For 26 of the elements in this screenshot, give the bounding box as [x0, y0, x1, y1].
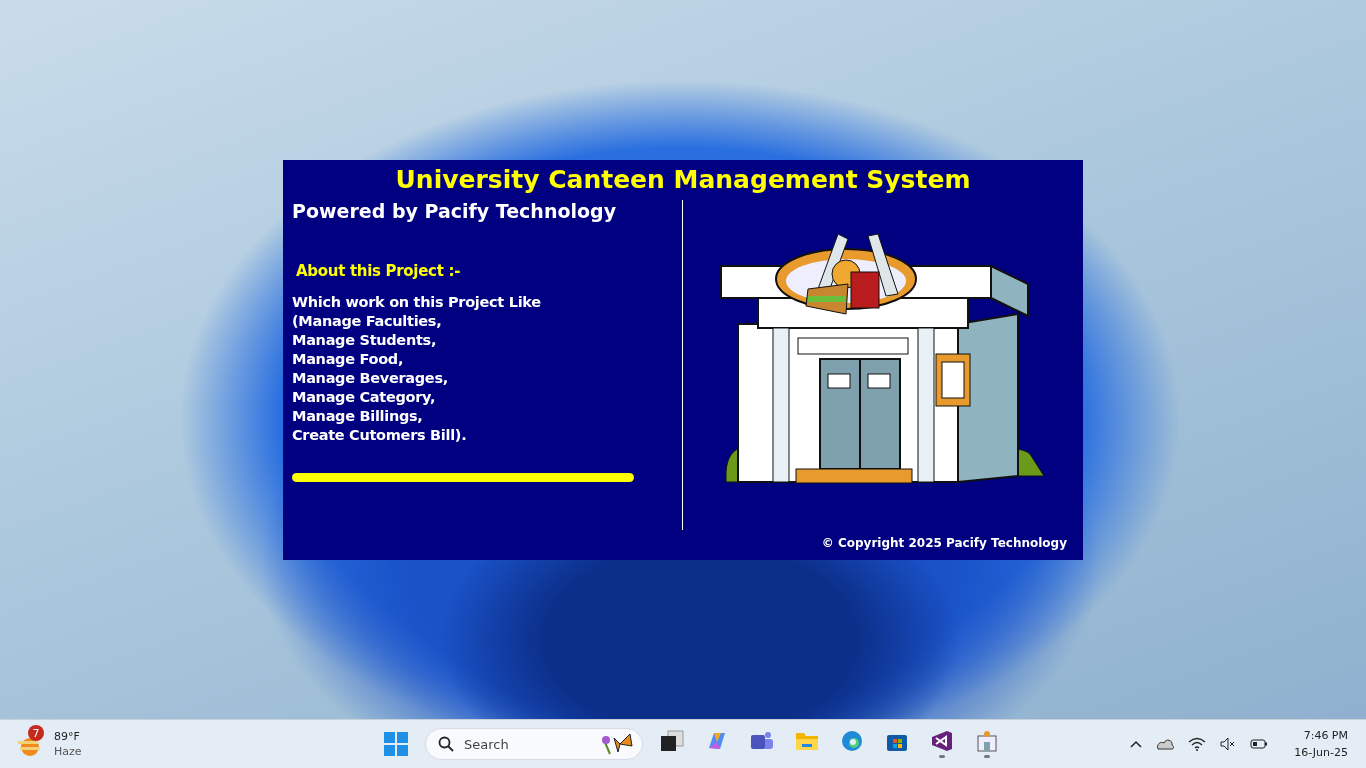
building-icon — [975, 730, 999, 752]
task-view-icon — [660, 730, 684, 752]
chevron-up-icon[interactable] — [1130, 740, 1143, 748]
clock-date[interactable]: 16-Jun-25 — [1294, 744, 1348, 761]
search-input[interactable]: Search — [462, 735, 592, 753]
project-description: Which work on this Project Like (Manage Faculties, Manage Students, Manage Food, Manage Beverages, Manage Category, Manage Billings, Create Cutomers Bill). — [292, 293, 541, 445]
wifi-icon[interactable] — [1188, 737, 1207, 751]
temperature-text: 89°F — [54, 729, 81, 744]
search-box[interactable]: Search — [425, 728, 643, 760]
speaker-muted-icon[interactable] — [1220, 737, 1237, 751]
search-icon — [438, 736, 454, 752]
edge-browser-icon — [840, 730, 864, 752]
folder-icon — [795, 730, 819, 752]
weather-condition-text: Haze — [54, 744, 82, 759]
app-title: University Canteen Management System — [395, 164, 971, 194]
butterfly-icon — [600, 732, 634, 756]
copyright-text: © Copyright 2025 Pacify Technology — [821, 536, 1067, 550]
powered-by-text: Powered by Pacify Technology — [292, 200, 616, 222]
about-heading: About this Project :- — [296, 262, 461, 280]
cloud-icon[interactable] — [1156, 738, 1175, 750]
notification-badge: 7 — [28, 725, 44, 741]
visual-studio-icon — [930, 730, 954, 752]
windows-logo-icon — [384, 732, 408, 756]
battery-icon[interactable] — [1250, 738, 1269, 750]
clock-time[interactable]: 7:46 PM — [1303, 727, 1348, 744]
teams-icon — [750, 730, 774, 752]
